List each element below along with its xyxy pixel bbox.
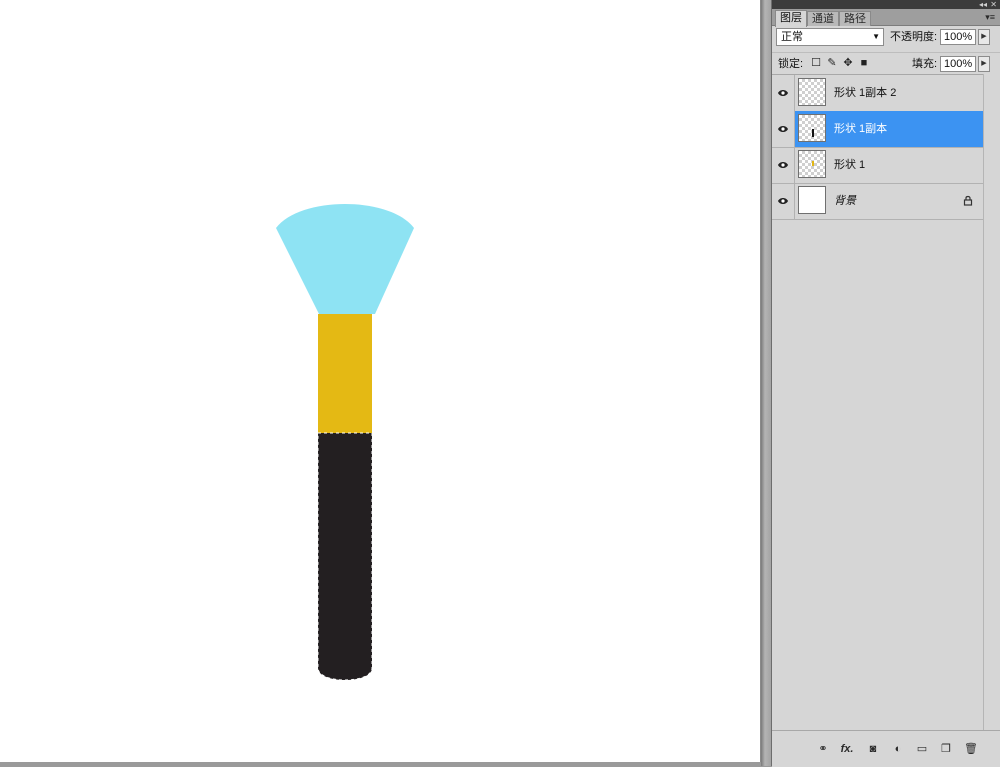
canvas-artwork: [276, 204, 414, 681]
link-layers-icon[interactable]: ⚭: [816, 743, 830, 755]
opacity-slider-arrow-icon[interactable]: ▶: [978, 29, 990, 45]
layer-row-shape1-copy2[interactable]: 形状 1副本 2: [772, 75, 983, 112]
visibility-toggle[interactable]: [772, 111, 795, 147]
layer-thumbnail: [798, 78, 826, 106]
eye-icon: [778, 162, 788, 168]
fill-input[interactable]: 100%: [940, 56, 976, 72]
layer-list: 形状 1副本 2 形状 1副本 形状 1 背景: [772, 74, 983, 731]
new-group-icon[interactable]: ▭: [915, 743, 929, 755]
collapse-panel-icon[interactable]: ◂◂: [979, 0, 987, 9]
layers-bottom-toolbar: ⚭ fx. ◙ ◐ ▭ ❐ 🗑: [772, 730, 1000, 767]
thumbnail-handle-mark: [812, 129, 814, 137]
layer-row-shape1[interactable]: 形状 1: [772, 147, 983, 184]
brush-head-shape[interactable]: [276, 204, 414, 314]
lock-transparent-pixels-icon[interactable]: ☐: [810, 57, 822, 69]
document-canvas[interactable]: [0, 0, 761, 762]
visibility-toggle[interactable]: [772, 75, 795, 111]
layers-panel: ◂◂ ✕ 图层 通道 路径 ▾≡ 正常 ▼ 不透明度: 100% ▶ 锁定: ☐…: [771, 0, 1000, 767]
lock-image-pixels-icon[interactable]: ✎: [826, 57, 838, 69]
eye-icon: [778, 90, 788, 96]
fill-label: 填充:: [912, 58, 938, 70]
layer-name[interactable]: 形状 1副本 2: [834, 75, 896, 111]
layer-thumbnail: [798, 114, 826, 142]
panel-titlebar: ◂◂ ✕: [772, 0, 1000, 9]
lock-position-icon[interactable]: ✥: [842, 57, 854, 69]
brush-handle-shape[interactable]: [318, 433, 372, 680]
add-mask-icon[interactable]: ◙: [866, 743, 880, 755]
tab-channels[interactable]: 通道: [807, 11, 839, 26]
eye-icon: [778, 126, 788, 132]
lock-all-icon[interactable]: ■: [858, 57, 870, 69]
layer-row-background[interactable]: 背景: [772, 183, 983, 220]
blend-mode-value: 正常: [781, 31, 803, 43]
thumbnail-ferrule-mark: [812, 161, 814, 166]
lock-label: 锁定:: [778, 58, 804, 70]
opacity-input[interactable]: 100%: [940, 29, 976, 45]
chevron-down-icon: ▼: [872, 32, 880, 41]
tab-layers[interactable]: 图层: [775, 10, 807, 27]
visibility-toggle[interactable]: [772, 183, 795, 219]
layer-name[interactable]: 形状 1副本: [834, 111, 887, 147]
tab-paths[interactable]: 路径: [839, 11, 871, 26]
lock-fill-row: 锁定: ☐ ✎ ✥ ■ 填充: 100% ▶: [772, 52, 1000, 75]
trash-icon[interactable]: 🗑: [964, 743, 978, 755]
opacity-label: 不透明度:: [890, 31, 938, 43]
close-panel-icon[interactable]: ✕: [990, 0, 997, 9]
eye-icon: [778, 198, 788, 204]
lock-icon: [963, 195, 973, 206]
layer-name[interactable]: 背景: [834, 183, 856, 219]
brush-ferrule-shape[interactable]: [318, 314, 372, 433]
panel-tabbar: 图层 通道 路径 ▾≡: [772, 9, 1000, 27]
layer-thumbnail: [798, 150, 826, 178]
visibility-toggle[interactable]: [772, 147, 795, 183]
layer-name[interactable]: 形状 1: [834, 147, 865, 183]
adjustment-layer-icon[interactable]: ◐: [891, 743, 905, 755]
blend-opacity-row: 正常 ▼ 不透明度: 100% ▶: [772, 27, 1000, 49]
panel-menu-icon[interactable]: ▾≡: [985, 12, 995, 23]
layer-thumbnail: [798, 186, 826, 214]
panel-divider[interactable]: [761, 0, 771, 766]
fill-slider-arrow-icon[interactable]: ▶: [978, 56, 990, 72]
fx-icon[interactable]: fx.: [840, 743, 854, 755]
new-layer-icon[interactable]: ❐: [939, 743, 953, 755]
blend-mode-select[interactable]: 正常 ▼: [776, 28, 884, 46]
layer-row-shape1-copy[interactable]: 形状 1副本: [772, 111, 983, 148]
layer-list-scrollbar[interactable]: [983, 74, 1000, 730]
